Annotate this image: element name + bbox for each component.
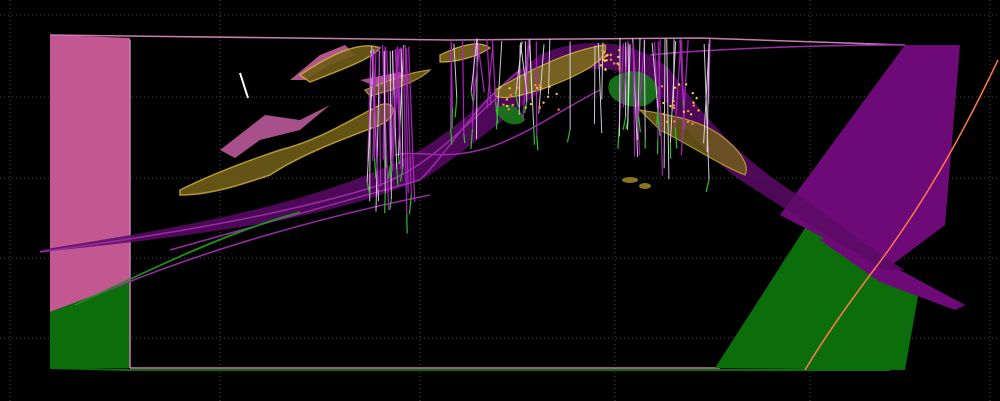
drillhole (666, 39, 670, 180)
drillhole-green-segment (454, 97, 458, 118)
drillhole (618, 38, 621, 137)
assay-dot (511, 103, 514, 107)
drillhole (450, 43, 453, 128)
assay-dot (502, 103, 505, 106)
assay-dot (507, 108, 510, 111)
assay-dot (677, 83, 681, 86)
assay-dot (686, 120, 690, 124)
assay-dot (538, 105, 541, 109)
assay-dot (499, 86, 502, 89)
drillhole-green-segment (408, 194, 412, 215)
assay-dot (672, 99, 675, 103)
3d-viewport[interactable] (0, 0, 1000, 401)
assay-dot (618, 67, 621, 70)
drillhole-green-segment (536, 135, 539, 151)
assay-dot (508, 87, 511, 90)
assay-dot (599, 64, 603, 67)
drillhole-green-segment (566, 129, 571, 143)
drillhole-green-segment (384, 192, 386, 214)
assay-dot (609, 53, 613, 57)
assay-dot (557, 108, 560, 111)
assay-dot (555, 92, 558, 96)
assay-dot (613, 62, 616, 65)
assay-dot (606, 53, 609, 57)
assay-dot (529, 102, 533, 106)
assay-dot (666, 120, 669, 124)
assay-dot (618, 48, 621, 52)
assay-dot (689, 113, 693, 116)
assay-dot (539, 86, 542, 89)
assay-dot (538, 83, 542, 87)
assay-dot (505, 104, 509, 108)
assay-dot (603, 55, 606, 59)
drillhole-green-segment (622, 116, 627, 130)
assay-dot (524, 106, 528, 109)
assay-dot (691, 122, 694, 126)
assay-dot (697, 109, 700, 112)
drillhole (673, 39, 675, 100)
assay-dot (662, 101, 665, 105)
pink-domain-block (50, 35, 130, 312)
assay-dot (603, 50, 606, 54)
assay-dot (505, 98, 509, 101)
drillhole-green-segment (384, 155, 387, 168)
assay-dot (686, 109, 690, 113)
drillhole-green-segment (389, 199, 392, 210)
assay-dot (542, 101, 545, 104)
drillhole (593, 45, 596, 124)
assay-dot (599, 58, 602, 61)
section-marker-line (239, 72, 249, 99)
assay-dot (672, 104, 676, 107)
assay-dot (548, 85, 551, 88)
assay-dot (672, 106, 676, 110)
assay-dot (684, 83, 688, 86)
assay-dot (546, 95, 550, 98)
assay-dot (692, 104, 696, 107)
drillhole (378, 45, 382, 187)
assay-dot (609, 58, 613, 61)
assay-dot (662, 112, 665, 116)
assay-dot (602, 58, 605, 61)
assay-dot (673, 86, 677, 89)
assay-dot (616, 62, 619, 65)
assay-dot (509, 93, 512, 97)
drillhole-green-segment (705, 179, 710, 193)
assay-dot (669, 104, 672, 108)
assay-dot (605, 59, 608, 62)
assay-dot (536, 86, 539, 90)
assay-dot (682, 110, 686, 114)
assay-dot (604, 68, 607, 71)
drillhole-green-segment (533, 125, 536, 145)
drillhole-green-segment (617, 128, 620, 149)
assay-dot (695, 96, 698, 100)
assay-dot (516, 86, 519, 90)
assay-dot (660, 85, 664, 88)
assay-dot (534, 83, 537, 87)
assay-dot (673, 120, 676, 123)
model-scene[interactable] (0, 0, 1000, 401)
assay-dot (691, 91, 694, 95)
assay-dot (692, 101, 695, 104)
assay-dot (617, 55, 620, 59)
